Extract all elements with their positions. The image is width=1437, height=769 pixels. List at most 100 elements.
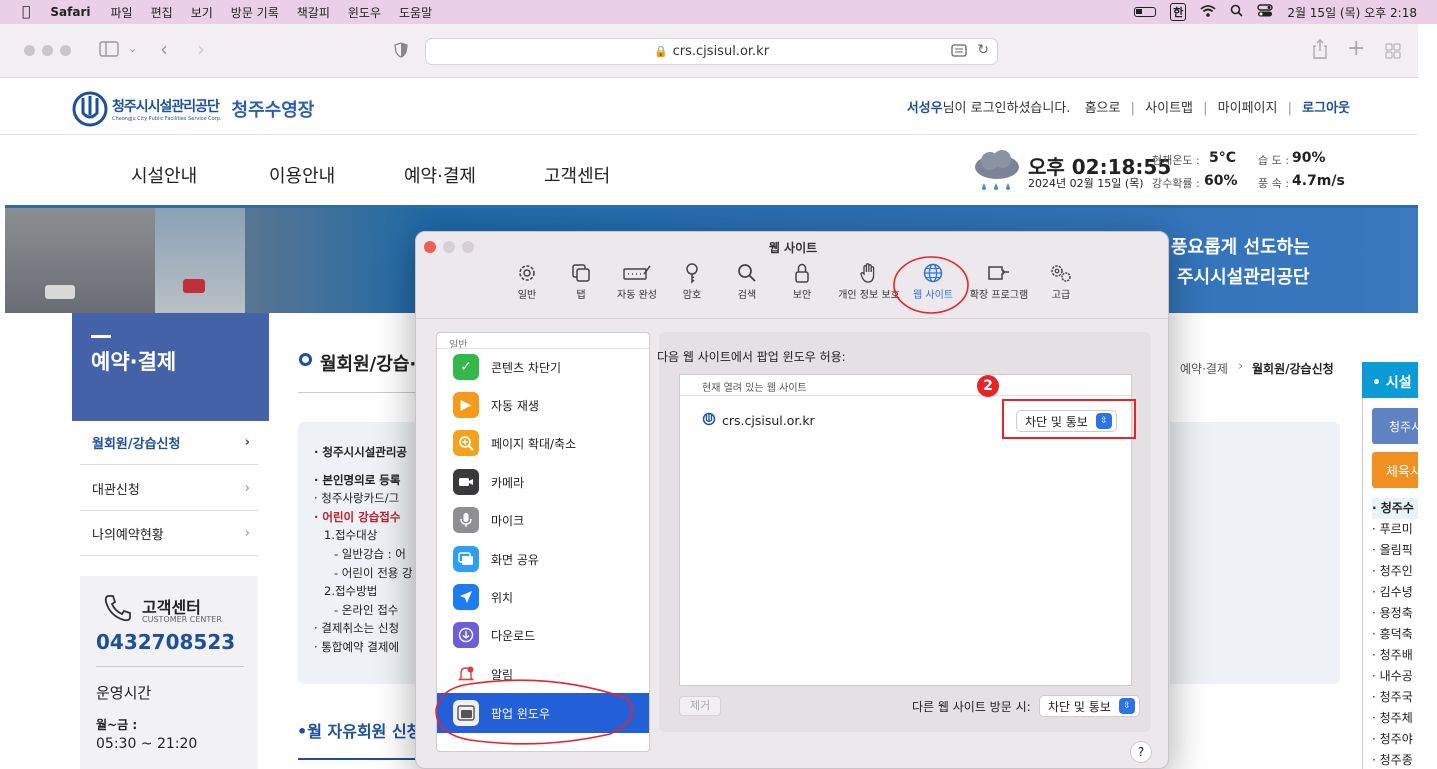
category-autoplay[interactable]: ▶ 자동 재생 (437, 386, 649, 424)
other-sites-select[interactable]: 차단 및 통보 ⇳ (1039, 695, 1140, 717)
notice-box-right (1170, 422, 1340, 684)
menu-history[interactable]: 방문 기록 (231, 4, 279, 21)
category-camera[interactable]: 카메라 (437, 463, 649, 501)
list-item[interactable]: · 청주체 (1372, 708, 1418, 729)
menu-edit[interactable]: 편집 (151, 4, 173, 21)
nav-mypage-link[interactable]: 마이페이지 (1218, 101, 1278, 116)
site-name: 청주수영장 (231, 100, 315, 121)
right-panel-button-1[interactable]: 청주시 (1372, 408, 1418, 444)
input-source-icon[interactable]: 한 (1170, 3, 1187, 21)
control-center-icon[interactable] (1257, 4, 1274, 20)
notice-line: - 온라인 접수 (334, 602, 399, 617)
notice-line: · 본인명의로 등록 (314, 472, 401, 487)
user-name: 서성우 (906, 101, 943, 116)
category-page-zoom[interactable]: 페이지 확대/축소 (437, 424, 649, 462)
gnb-usage[interactable]: 이용안내 (269, 162, 335, 188)
lnb-item-monthly[interactable]: 월회원/강습신청 › (80, 421, 258, 465)
menu-bookmarks[interactable]: 책갈피 (297, 4, 330, 21)
notice-line: · 청주사랑카드/그 (314, 491, 400, 506)
breadcrumb-1[interactable]: 예약·결제 (1180, 360, 1228, 377)
category-location[interactable]: 위치 (437, 578, 649, 616)
list-item[interactable]: · 용정축 (1372, 603, 1418, 624)
nav-home-link[interactable]: 홈으로 (1085, 101, 1121, 116)
browser-toolbar: ⌄ ‹ › 🔒 crs.cjsisul.or.kr ↻ + (0, 24, 1418, 78)
wifi-icon[interactable] (1200, 4, 1216, 20)
list-item[interactable]: · 흥덕축 (1372, 624, 1418, 645)
breadcrumb-chevron-icon: › (1238, 359, 1244, 374)
lnb-item-label: 월회원/강습신청 (92, 437, 181, 452)
apple-icon[interactable]:  (22, 4, 30, 20)
list-item[interactable]: · 올림픽 (1372, 540, 1418, 561)
site-logo[interactable]: 청주시시설관리공단 Cheongju City Public Facilitie… (71, 91, 314, 127)
tab-security[interactable]: 보안 (767, 262, 837, 304)
back-icon[interactable]: ‹ (160, 37, 168, 61)
nav-sitemap-link[interactable]: 사이트맵 (1145, 101, 1193, 116)
tab-overview-icon[interactable] (1385, 43, 1401, 63)
help-button[interactable]: ? (1130, 741, 1152, 763)
menu-help[interactable]: 도움말 (399, 4, 432, 21)
list-item[interactable]: · 청주배 (1372, 645, 1418, 666)
menu-clock[interactable]: 2월 15일 (목) 오후 2:18 (1287, 4, 1417, 21)
menu-view[interactable]: 보기 (191, 4, 213, 21)
category-label: 위치 (491, 590, 514, 605)
cs-subtitle: CUSTOMER CENTER (142, 615, 222, 624)
tab-label: 암호 (682, 290, 702, 301)
window-minimize-button[interactable] (42, 45, 53, 56)
chevron-right-icon: › (244, 526, 250, 541)
cs-phone[interactable]: 0432708523 (96, 630, 235, 654)
category-label: 콘텐츠 차단기 (491, 360, 562, 375)
privacy-shield-icon[interactable] (394, 42, 408, 62)
sidebar-toggle-icon[interactable] (99, 41, 119, 61)
category-downloads[interactable]: 다운로드 (437, 616, 649, 654)
lnb-item-rental[interactable]: 대관신청 › (80, 467, 258, 511)
tab-label: 보안 (792, 290, 812, 301)
hours-time: 05:30 ~ 21:20 (96, 736, 198, 752)
list-item[interactable]: · 김수녕 (1372, 582, 1418, 603)
menu-file[interactable]: 파일 (111, 4, 133, 21)
banner-text-1: 풍요롭게 선도하는 (1171, 237, 1310, 258)
category-microphone[interactable]: 마이크 (437, 501, 649, 539)
lnb-item-label: 나의예약현황 (92, 528, 164, 543)
list-item[interactable]: · 청주수 (1372, 498, 1418, 519)
category-screen-share[interactable]: 화면 공유 (437, 540, 649, 578)
dialog-title: 웹 사이트 (768, 241, 818, 255)
share-icon[interactable] (1312, 39, 1328, 63)
new-tab-icon[interactable]: + (1347, 36, 1365, 61)
gnb-customer[interactable]: 고객센터 (544, 162, 610, 188)
tab-label: 확장 프로그램 (969, 290, 1029, 301)
chevron-down-icon[interactable]: ⌄ (128, 42, 137, 55)
annotation-circle-popup (435, 679, 633, 745)
reader-icon[interactable] (951, 44, 967, 61)
nav-logout-link[interactable]: 로그아웃 (1302, 101, 1350, 116)
chevron-right-icon: › (244, 435, 250, 450)
list-item[interactable]: · 청주국 (1372, 687, 1418, 708)
gnb-facility[interactable]: 시설안내 (131, 162, 197, 188)
phone-icon (102, 592, 134, 628)
address-bar[interactable]: 🔒 crs.cjsisul.or.kr ↻ (425, 38, 998, 65)
forward-icon[interactable]: › (197, 37, 205, 61)
tab-extensions[interactable]: 확장 프로그램 (964, 262, 1034, 304)
menu-window[interactable]: 윈도우 (348, 4, 381, 21)
table-row[interactable]: crs.cjsisul.or.kr (702, 412, 815, 429)
list-item[interactable]: · 푸르미 (1372, 519, 1418, 540)
tab-advanced[interactable]: 고급 (1026, 262, 1096, 304)
reload-icon[interactable]: ↻ (977, 42, 989, 58)
lnb-item-myreservation[interactable]: 나의예약현황 › (80, 512, 258, 556)
list-item[interactable]: · 청주종 (1372, 750, 1418, 769)
list-item[interactable]: · 내수공 (1372, 666, 1418, 687)
temp-label: 현재온도 : (1152, 154, 1200, 167)
window-zoom-button[interactable] (60, 45, 71, 56)
category-content-blockers[interactable]: ✓ 콘텐츠 차단기 (437, 348, 649, 386)
nav-separator: | (1130, 101, 1136, 116)
battery-icon[interactable] (1134, 7, 1157, 17)
right-panel-button-2[interactable]: 체육시 (1372, 452, 1418, 488)
spotlight-search-icon[interactable] (1230, 4, 1243, 20)
window-close-button[interactable] (24, 45, 35, 56)
lnb-header: 예약·결제 (72, 313, 269, 421)
list-item[interactable]: · 청주인 (1372, 561, 1418, 582)
remove-button[interactable]: 제거 (679, 696, 721, 716)
gnb-reservation[interactable]: 예약·결제 (404, 162, 476, 188)
notice-line: - 어린이 전용 강 (334, 565, 413, 580)
menu-app-name[interactable]: Safari (50, 5, 90, 19)
list-item[interactable]: · 청주야 (1372, 729, 1418, 750)
